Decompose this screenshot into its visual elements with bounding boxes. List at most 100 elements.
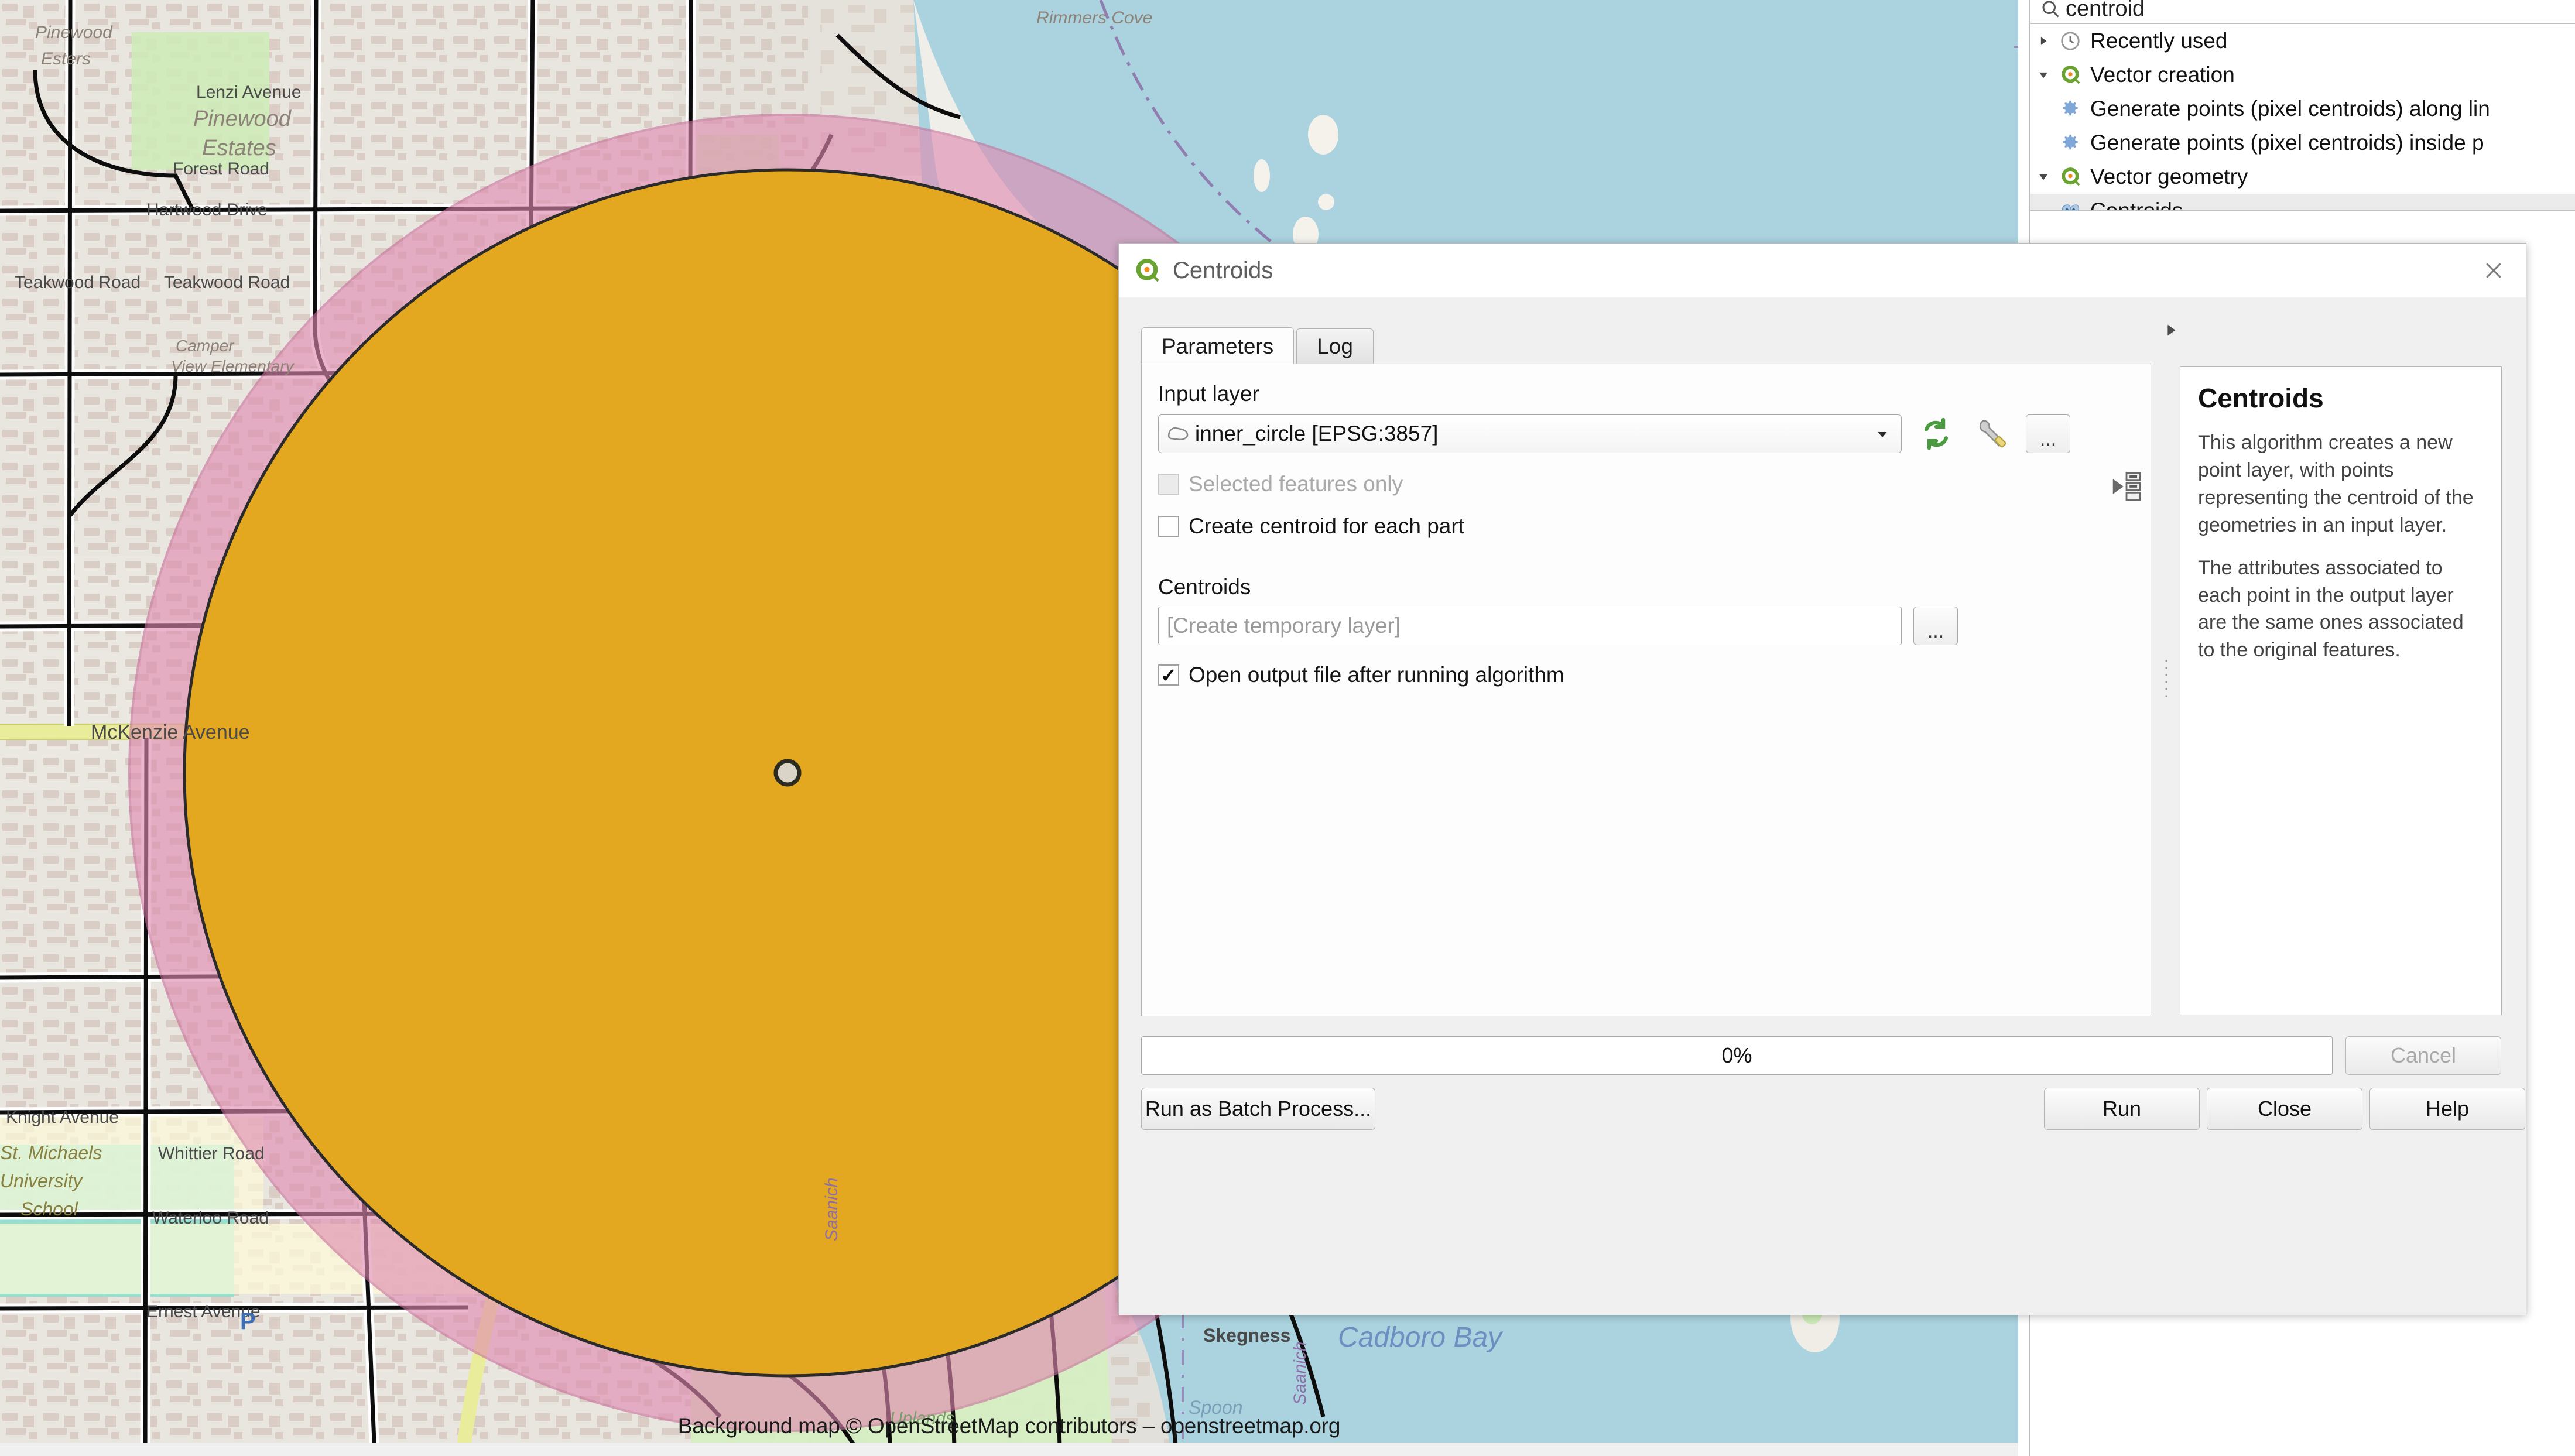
input-layer-combobox[interactable]: inner_circle [EPSG:3857] <box>1158 414 1902 453</box>
toolbox-search-value: centroid <box>2066 0 2145 22</box>
svg-text:McKenzie Avenue: McKenzie Avenue <box>91 721 250 744</box>
svg-text:Knight Avenue: Knight Avenue <box>6 1108 119 1127</box>
search-icon <box>2039 0 2062 20</box>
run-as-batch-process-button[interactable]: Run as Batch Process... <box>1141 1088 1375 1130</box>
progress-bar: 0% <box>1141 1036 2333 1075</box>
chevron-right-icon[interactable] <box>2030 35 2056 47</box>
tree-item-label: Vector geometry <box>2084 165 2248 189</box>
gear-blue-icon <box>2056 133 2084 153</box>
close-icon[interactable] <box>2461 244 2526 297</box>
gear-blue-icon <box>2056 99 2084 119</box>
svg-text:Pinewood: Pinewood <box>35 23 113 42</box>
create-centroid-each-part-checkbox[interactable] <box>1158 516 1179 537</box>
check-icon: ✓ <box>1160 666 1177 685</box>
svg-text:Forest Road: Forest Road <box>173 159 269 179</box>
dialog-title: Centroids <box>1173 258 1273 284</box>
help-title: Centroids <box>2198 382 2484 414</box>
tab-log[interactable]: Log <box>1296 328 1374 364</box>
svg-text:P: P <box>240 1308 256 1334</box>
dots-label: ... <box>2040 431 2056 448</box>
svg-text:Whittier Road: Whittier Road <box>158 1144 265 1163</box>
parameters-pane: Input layer inner_circle [EPSG:3857] <box>1141 364 2151 1016</box>
tree-item-vector-geometry[interactable]: Vector geometry <box>2030 160 2575 194</box>
tree-item-label: Generate points (pixel centroids) along … <box>2084 97 2490 121</box>
chevron-down-icon[interactable] <box>1872 427 1893 441</box>
tree-item-recently-used[interactable]: Recently used <box>2030 24 2575 58</box>
input-layer-options-button[interactable]: ... <box>2026 414 2070 453</box>
tree-item-generate-points-inside-polygons[interactable]: Generate points (pixel centroids) inside… <box>2030 126 2575 160</box>
qgis-icon <box>1132 255 1162 286</box>
selected-features-only-label: Selected features only <box>1189 472 1403 496</box>
cancel-button[interactable]: Cancel <box>2345 1036 2501 1075</box>
centroid-point-marker <box>776 761 799 784</box>
map-attribution: Background map © OpenStreetMap contribut… <box>0 1414 2018 1438</box>
svg-text:Waterloo Road: Waterloo Road <box>152 1208 269 1228</box>
dialog-titlebar[interactable]: Centroids <box>1119 244 2526 297</box>
svg-text:Rimmers Cove: Rimmers Cove <box>1036 8 1152 28</box>
open-output-row[interactable]: ✓ Open output file after running algorit… <box>1158 663 2134 687</box>
dialog-tabs: Parameters Log <box>1141 327 1376 364</box>
iterate-icon[interactable] <box>2108 468 2145 505</box>
chevron-right-icon[interactable] <box>2162 320 2180 341</box>
selected-features-only-checkbox[interactable] <box>1158 474 1179 495</box>
toolbox-algorithm-tree[interactable]: Recently used Vector creation <box>2030 23 2575 211</box>
svg-text:Skegness: Skegness <box>1203 1325 1290 1346</box>
toolbox-search-field[interactable]: centroid <box>2030 0 2575 22</box>
svg-text:University: University <box>0 1170 83 1191</box>
output-file-input[interactable]: [Create temporary layer] <box>1158 607 1902 645</box>
svg-text:Hartwood Drive: Hartwood Drive <box>146 200 268 220</box>
svg-text:Camper: Camper <box>176 337 235 355</box>
centroids-icon <box>2056 201 2084 211</box>
svg-text:Teakwood Road: Teakwood Road <box>15 273 141 292</box>
svg-text:Saanich: Saanich <box>822 1178 841 1241</box>
help-paragraph: This algorithm creates a new point layer… <box>2198 429 2484 539</box>
wrench-icon[interactable] <box>1971 413 2014 454</box>
output-browse-button[interactable]: ... <box>1913 607 1958 645</box>
selected-features-only-row[interactable]: Selected features only <box>1158 472 2134 496</box>
run-button[interactable]: Run <box>2044 1088 2200 1130</box>
map-bottom-strip <box>0 1443 2018 1456</box>
close-button[interactable]: Close <box>2207 1088 2362 1130</box>
svg-text:St. Michaels: St. Michaels <box>0 1142 102 1163</box>
tree-item-label: Centroids <box>2084 198 2183 211</box>
help-panel-splitter[interactable] <box>2160 364 2173 1016</box>
input-layer-row: inner_circle [EPSG:3857] <box>1158 413 2134 454</box>
chevron-down-icon[interactable] <box>2030 68 2056 81</box>
svg-text:Estates: Estates <box>202 136 276 160</box>
help-button[interactable]: Help <box>2369 1088 2525 1130</box>
polygon-layer-icon <box>1167 424 1190 444</box>
qgis-icon <box>2056 166 2084 188</box>
algorithm-help-panel: Centroids This algorithm creates a new p… <box>2180 366 2502 1015</box>
output-label: Centroids <box>1158 575 2134 599</box>
output-row: [Create temporary layer] ... <box>1158 607 2134 645</box>
refresh-icon[interactable] <box>1915 413 1958 454</box>
svg-text:Cadboro Bay: Cadboro Bay <box>1338 1322 1504 1353</box>
chevron-down-icon[interactable] <box>2030 170 2056 183</box>
svg-text:Pinewood: Pinewood <box>193 107 292 131</box>
tree-item-label: Recently used <box>2084 29 2227 53</box>
svg-text:View Elementary: View Elementary <box>171 357 295 375</box>
tab-parameters[interactable]: Parameters <box>1141 327 1294 365</box>
input-layer-label: Input layer <box>1158 382 2134 406</box>
tree-item-centroids[interactable]: Centroids <box>2030 194 2575 211</box>
svg-text:Esters: Esters <box>41 49 91 68</box>
centroids-dialog: Centroids Parameters Log Input layer <box>1118 243 2526 1314</box>
help-paragraph: The attributes associated to each point … <box>2198 554 2484 664</box>
svg-text:Teakwood Road: Teakwood Road <box>164 273 290 292</box>
open-output-label: Open output file after running algorithm <box>1189 663 1564 687</box>
tree-item-generate-points-along-lines[interactable]: Generate points (pixel centroids) along … <box>2030 92 2575 126</box>
create-centroid-each-part-label: Create centroid for each part <box>1189 514 1464 539</box>
qgis-icon <box>2056 64 2084 86</box>
create-centroid-each-part-row[interactable]: Create centroid for each part <box>1158 514 2134 539</box>
svg-text:Lenzi Avenue: Lenzi Avenue <box>196 83 302 102</box>
dialog-body: Parameters Log Input layer i <box>1119 297 2526 1315</box>
open-output-checkbox[interactable]: ✓ <box>1158 664 1179 686</box>
dots-label: ... <box>1927 623 1944 640</box>
progress-row: 0% Cancel <box>1141 1035 2505 1076</box>
svg-text:School: School <box>20 1198 78 1219</box>
clock-icon <box>2056 30 2084 52</box>
tree-item-vector-creation[interactable]: Vector creation <box>2030 58 2575 92</box>
svg-text:Saanich: Saanich <box>1290 1342 1310 1405</box>
input-layer-value: inner_circle [EPSG:3857] <box>1195 422 1872 446</box>
tree-item-label: Generate points (pixel centroids) inside… <box>2084 131 2484 155</box>
